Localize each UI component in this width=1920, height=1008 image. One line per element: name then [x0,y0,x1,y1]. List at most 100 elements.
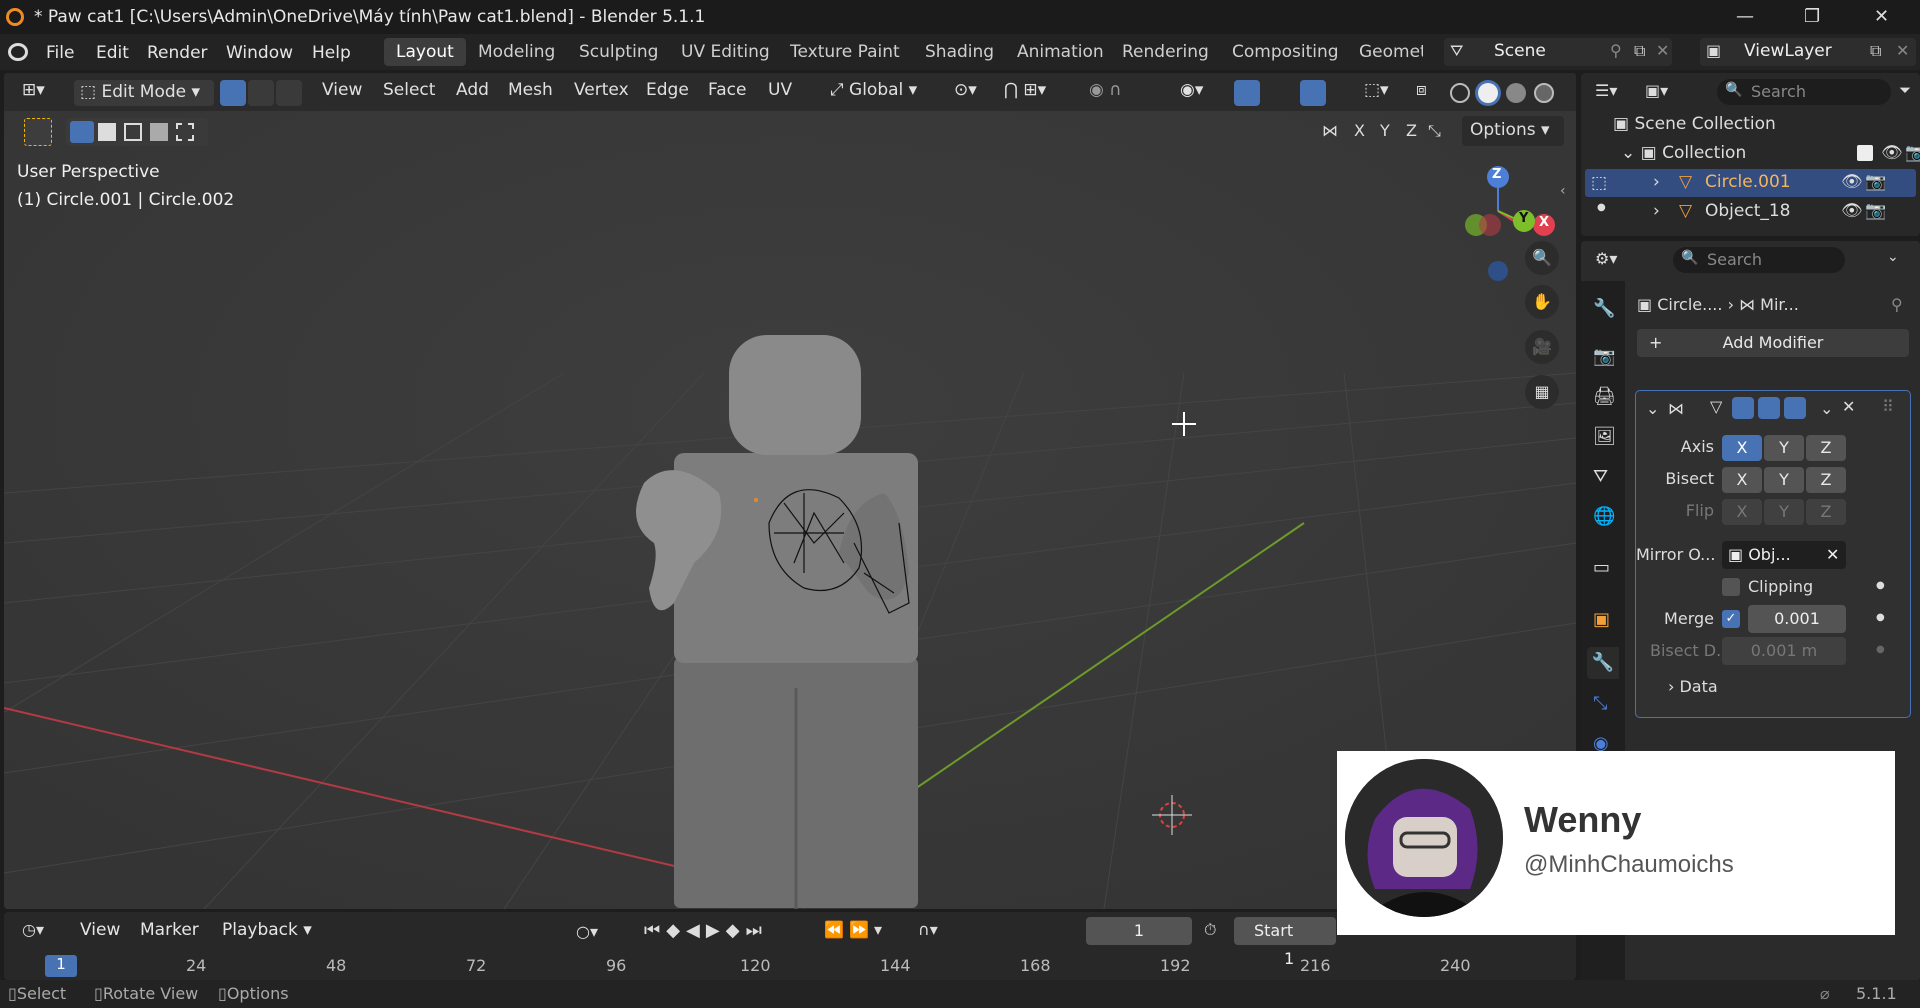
menu-mesh[interactable]: Mesh [508,80,553,106]
jump-end-icon[interactable]: ⏭ [746,920,768,941]
xray-toggle-icon[interactable]: ⧈ [1416,80,1427,106]
properties-search-input[interactable]: 🔍 Search [1673,247,1845,273]
collection-checkbox[interactable] [1857,145,1873,161]
modifier-dropdown-icon[interactable]: ⌄ [1820,399,1833,418]
modifier-tab-icon[interactable]: 🔧 [1587,647,1619,679]
timeline-menu-playback[interactable]: Playback ▾ [222,920,312,940]
topology-mirror-icon[interactable]: ⤡ [1428,121,1441,141]
delete-view-layer-icon[interactable]: ✕ [1896,41,1909,60]
play-reverse-icon[interactable]: ◀ [686,920,706,941]
pivot-point-icon[interactable]: ⊙▾ [954,80,977,106]
camera-icon[interactable]: 📷 [1865,172,1886,192]
edge-select-icon[interactable] [248,80,274,106]
prev-keyframe-icon[interactable]: ◆ [666,920,686,941]
eye-icon[interactable]: 👁 [1881,143,1903,163]
blender-menu-icon[interactable] [8,43,28,61]
workspace-tab-geometry[interactable]: Geometr [1347,38,1423,66]
eye-icon[interactable]: 👁 [1841,201,1863,221]
menu-select[interactable]: Select [383,80,435,106]
workspace-tab-uv-editing[interactable]: UV Editing [669,38,782,66]
new-scene-icon[interactable]: ⧉ [1634,41,1645,61]
new-view-layer-icon[interactable]: ⧉ [1870,41,1881,61]
workspace-tab-sculpting[interactable]: Sculpting [567,38,670,66]
axis-x-toggle[interactable]: X [1722,435,1762,461]
workspace-tab-animation[interactable]: Animation [1005,38,1116,66]
outliner-item-object-18[interactable]: ● › ▽ Object_18 👁 📷 [1585,198,1916,226]
auto-keying-icon[interactable]: ∩▾ [918,920,938,939]
menu-add[interactable]: Add [456,80,489,106]
merge-keyframe-dot-icon[interactable]: ● [1876,612,1885,623]
gizmo-toggle-icon[interactable] [1234,80,1260,106]
workspace-tab-shading[interactable]: Shading [913,38,1006,66]
select-extend-icon[interactable] [98,123,116,141]
filter-icon[interactable]: ⏷ [1899,81,1911,99]
tool-tab-icon[interactable]: 🔧 [1593,298,1615,319]
select-subtract-icon[interactable] [124,123,142,141]
menu-help[interactable]: Help [312,43,351,63]
axis-y-toggle[interactable]: Y [1764,435,1804,461]
rendered-shading-icon[interactable] [1534,83,1554,103]
menu-face[interactable]: Face [708,80,746,106]
remove-modifier-icon[interactable]: ✕ [1842,397,1855,416]
menu-edge[interactable]: Edge [646,80,689,106]
camera-icon[interactable]: 📷 [1905,143,1920,163]
workspace-tab-compositing[interactable]: Compositing [1220,38,1351,66]
viewport-display-icon[interactable] [1758,397,1780,419]
stopwatch-icon[interactable]: ⏱ [1204,920,1216,940]
select-new-icon[interactable] [70,121,94,143]
world-tab-icon[interactable]: 🌐 [1593,506,1615,527]
material-shading-icon[interactable] [1506,83,1526,103]
pin-icon[interactable]: ⚲ [1610,41,1622,60]
zoom-icon[interactable]: 🔍 [1525,241,1559,275]
workspace-tab-modeling[interactable]: Modeling [466,38,567,66]
scene-tab-icon[interactable]: ⛛ [1593,466,1608,487]
properties-options-icon[interactable]: ⌄ [1887,249,1899,265]
current-frame-field[interactable]: 1 [1086,917,1192,945]
delete-scene-icon[interactable]: ✕ [1656,41,1669,60]
mirror-y[interactable]: Y [1380,121,1390,140]
mirror-object-field[interactable]: ▣ Obj... ✕ [1722,541,1846,569]
timeline-menu-view[interactable]: View [80,920,120,940]
scene-selector[interactable]: ⛛ Scene ⚲ ⧉ ✕ [1444,38,1672,66]
next-frame-icon[interactable]: ⏩ [849,920,869,939]
clipping-keyframe-dot-icon[interactable]: ● [1876,580,1885,591]
network-off-icon[interactable]: ⌀ [1820,984,1830,1003]
vertex-select-icon[interactable] [220,80,246,106]
camera-view-icon[interactable]: 🎥 [1525,330,1559,364]
options-dropdown[interactable]: Options ▾ [1462,116,1564,146]
merge-distance-field[interactable]: 0.001 [1748,605,1846,633]
data-subpanel-header[interactable]: › Data [1668,677,1718,696]
workspace-tab-rendering[interactable]: Rendering [1110,38,1221,66]
pan-hand-icon[interactable]: ✋ [1525,285,1559,319]
edit-mode-toggle-icon[interactable]: ⬚ [1591,173,1607,193]
drag-handle-icon[interactable]: ⠿ [1882,397,1894,416]
flip-z-toggle[interactable]: Z [1806,499,1846,525]
bisect-z-toggle[interactable]: Z [1806,467,1846,493]
menu-file[interactable]: File [46,43,74,63]
outliner-editor-type-icon[interactable]: ☰▾ [1595,81,1617,100]
menu-view[interactable]: View [322,80,362,106]
outliner-collection[interactable]: ⌄ ▣ Collection 👁 📷 [1621,143,1920,163]
keyframe-record-icon[interactable]: ○▾ [576,922,598,941]
collection-tab-icon[interactable]: ▭ [1593,557,1610,578]
on-cage-icon[interactable]: ▽ [1710,397,1722,416]
outliner-display-mode-icon[interactable]: ▣▾ [1645,81,1668,100]
play-icon[interactable]: ▶ [706,920,726,941]
perspective-toggle-icon[interactable]: ▦ [1525,375,1559,409]
workspace-tab-texture-paint[interactable]: Texture Paint [778,38,912,66]
restore-icon[interactable]: ❐ [1804,6,1820,27]
select-box-tool-icon[interactable] [24,118,52,146]
camera-icon[interactable]: 📷 [1865,201,1886,221]
properties-editor-type-icon[interactable]: ⚙▾ [1595,249,1617,268]
bisect-distance-field[interactable]: 0.001 m [1722,637,1846,665]
flip-y-toggle[interactable]: Y [1764,499,1804,525]
object-tab-icon[interactable]: ▣ [1593,609,1610,630]
pin-icon[interactable]: ⚲ [1891,295,1903,314]
jump-start-icon[interactable]: ⏮ [644,920,666,941]
outliner-scene-collection[interactable]: ▣ Scene Collection [1613,114,1776,134]
render-tab-icon[interactable]: 📷 [1593,346,1615,367]
mesh-edit-overlay-icon[interactable]: ⬚▾ [1364,80,1389,106]
visibility-icon[interactable]: ◉▾ [1180,80,1203,106]
menu-vertex[interactable]: Vertex [574,80,629,106]
modifier-collapse-icon[interactable]: ⌄ [1646,399,1659,418]
